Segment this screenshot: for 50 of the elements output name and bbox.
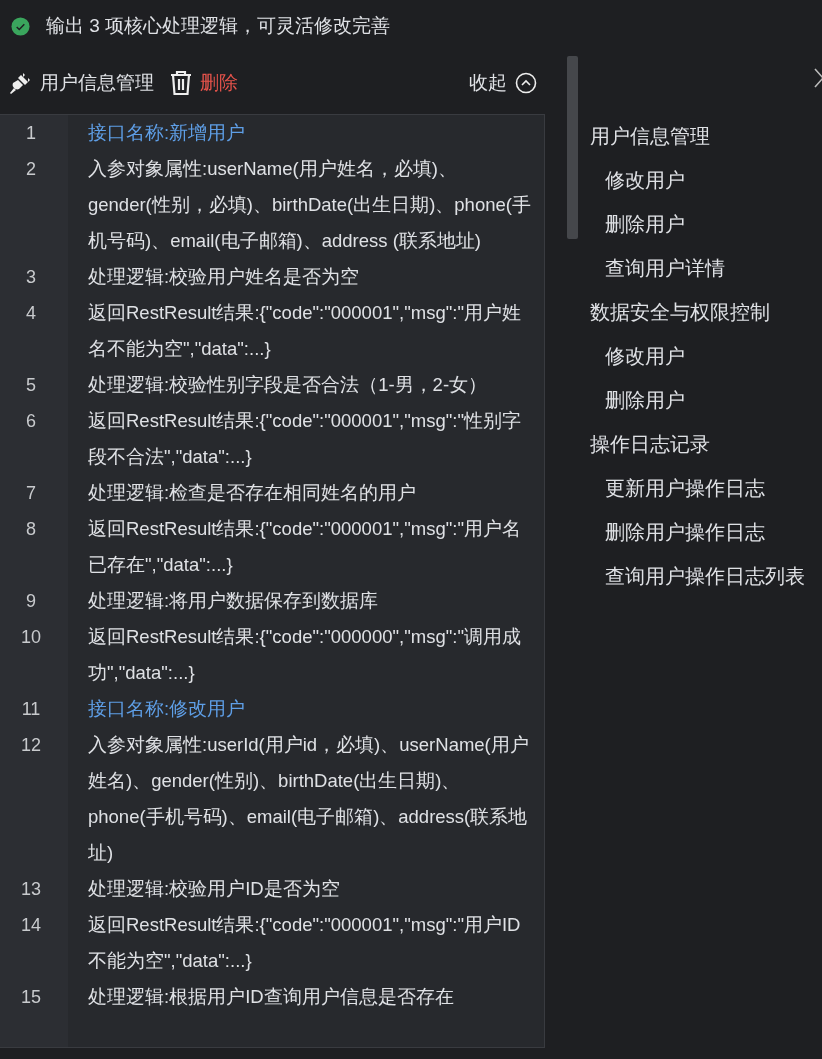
line-number: 6 (25, 410, 37, 433)
chevron-up-icon (515, 72, 537, 94)
collapse-button[interactable]: 收起 (469, 68, 537, 98)
outline-item[interactable]: 用户信息管理 (590, 125, 710, 147)
outline-item[interactable]: 操作日志记录 (590, 433, 710, 455)
line-number: 11 (20, 698, 42, 721)
outline-item[interactable]: 更新用户操作日志 (605, 477, 765, 499)
line-number: 1 (25, 122, 37, 145)
code-line: 处理逻辑:校验用户姓名是否为空 (87, 265, 361, 289)
code-line: 处理逻辑:校验性别字段是否合法（1-男，2-女） (87, 373, 489, 397)
code-line: 返回RestResult结果:{"code":"000001","msg":"用户姓名不能为空","data":...} (87, 301, 522, 361)
outline-item[interactable]: 删除用户操作日志 (605, 521, 765, 543)
interface-heading: 接口名称:修改用户 (87, 697, 247, 721)
code-line: 入参对象属性:userName(用户姓名，必填)、gender(性别，必填)、birthDate(出生日期)、phone(手机号码)、email(电子邮箱)、address (联系地址) (87, 157, 532, 253)
outline-item[interactable]: 删除用户 (605, 389, 685, 411)
outline-item[interactable]: 修改用户 (605, 345, 685, 367)
code-line: 处理逻辑:将用户数据保存到数据库 (87, 589, 380, 613)
line-number: 2 (25, 158, 37, 181)
line-number: 10 (20, 626, 42, 649)
plug-icon (8, 71, 32, 95)
close-icon[interactable] (814, 68, 822, 88)
code-line: 处理逻辑:校验用户ID是否为空 (87, 877, 341, 901)
code-line: 返回RestResult结果:{"code":"000001","msg":"用户名已存在","data":...} (87, 517, 522, 577)
line-number: 8 (25, 518, 37, 541)
outline-item[interactable]: 修改用户 (605, 169, 685, 191)
line-number: 5 (25, 374, 37, 397)
line-number: 12 (20, 734, 42, 757)
code-line: 处理逻辑:根据用户ID查询用户信息是否存在 (87, 985, 455, 1009)
outline-item[interactable]: 查询用户详情 (605, 257, 725, 279)
outline-item[interactable]: 查询用户操作日志列表 (605, 565, 805, 587)
status-message: 输出 3 项核心处理逻辑，可灵活修改完善 (46, 13, 391, 38)
code-line: 返回RestResult结果:{"code":"000000","msg":"调用成功","data":...} (87, 625, 522, 685)
code-line: 返回RestResult结果:{"code":"000001","msg":"性别字段不合法","data":...} (87, 409, 522, 469)
line-number: 13 (20, 878, 42, 901)
interface-heading: 接口名称:新增用户 (87, 121, 247, 145)
outline-item[interactable]: 数据安全与权限控制 (590, 301, 770, 323)
line-number: 14 (20, 914, 42, 937)
section-title: 用户信息管理 (40, 70, 154, 95)
line-number: 7 (25, 482, 37, 505)
scrollbar[interactable] (567, 56, 578, 239)
line-number: 9 (25, 590, 37, 613)
line-number: 4 (25, 302, 37, 325)
trash-icon (170, 70, 192, 96)
line-number: 15 (20, 986, 42, 1009)
line-number: 3 (25, 266, 37, 289)
code-line: 处理逻辑:检查是否存在相同姓名的用户 (87, 481, 418, 505)
code-line: 入参对象属性:userId(用户id，必填)、userName(用户姓名)、gender(性别)、birthDate(出生日期)、phone(手机号码)、email(电子邮箱)、address(联系地址) (87, 733, 530, 865)
outline-item[interactable]: 删除用户 (605, 213, 685, 235)
delete-button[interactable]: 删除 (170, 68, 238, 98)
code-line: 返回RestResult结果:{"code":"000001","msg":"用户ID不能为空","data":...} (87, 913, 522, 973)
